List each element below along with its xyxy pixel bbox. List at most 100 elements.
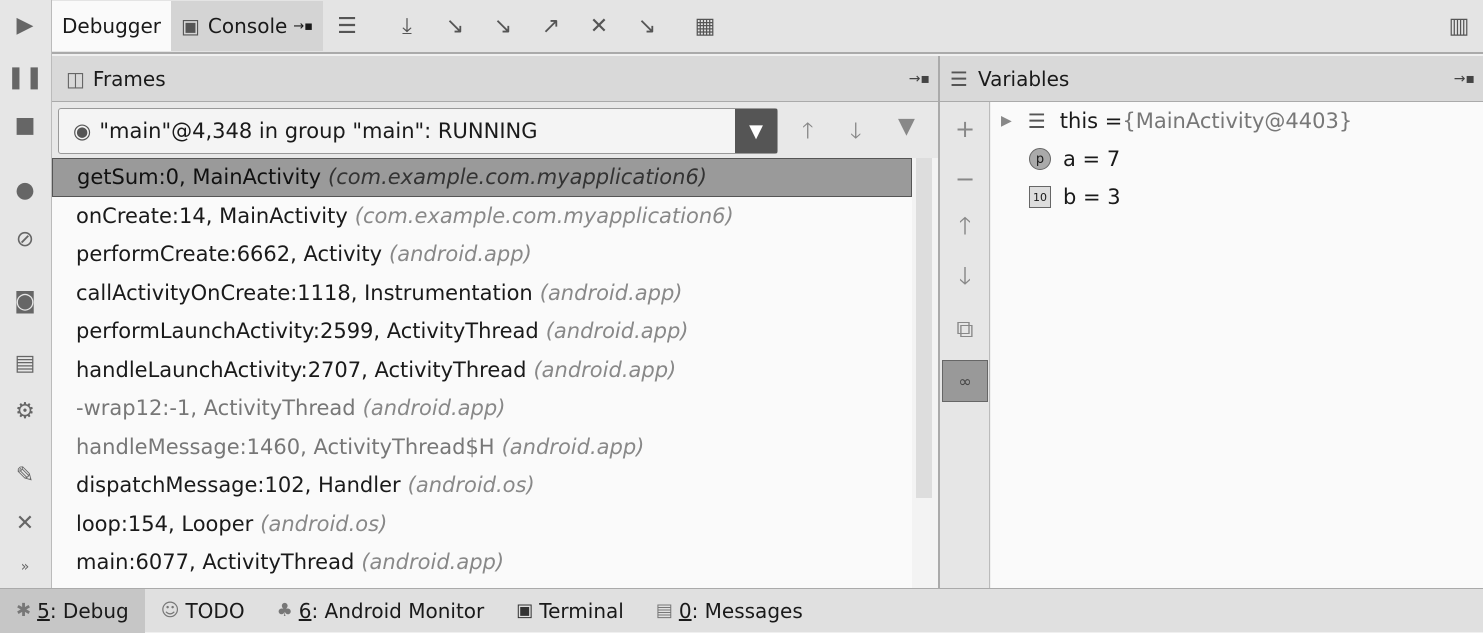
filter-icon[interactable]: ▼ <box>898 114 915 139</box>
debugger-toolbar: Debugger ▣ Console →▪ ☰ ⤓ ↘ ↘ ↗ ✕ ↘ ▦ ▥ <box>52 0 1483 54</box>
frame-row[interactable]: callActivityOnCreate:1118, Instrumentati… <box>52 274 912 313</box>
add-watch-icon[interactable]: + <box>950 114 980 144</box>
bottom-tool-bar: ✱ 5: Debug ☺ TODO ♣ 6: Android Monitor ▣ Ter… <box>0 588 1483 633</box>
frame-package: (android.app) <box>501 434 645 459</box>
chevron-down-icon[interactable]: ▼ <box>735 109 777 153</box>
show-watches-icon[interactable]: ∞ <box>942 360 988 402</box>
messages-icon: ▤ <box>655 600 673 621</box>
run-to-cursor-icon[interactable]: ↘ <box>623 1 671 51</box>
variable-a[interactable]: pa = 7 <box>991 140 1483 178</box>
android-icon: ♣ <box>276 600 293 621</box>
tab-console[interactable]: ▣ Console →▪ <box>171 1 324 51</box>
remove-watch-icon[interactable]: − <box>950 164 980 194</box>
frame-row[interactable]: handleMessage:1460, ActivityThread$H (and… <box>52 428 912 467</box>
object-icon: ☰ <box>1027 109 1046 133</box>
frame-method: onCreate:14, MainActivity <box>76 203 348 228</box>
drop-frame-icon[interactable]: ✕ <box>575 1 623 51</box>
layout-icon[interactable]: ▤ <box>10 348 40 378</box>
settings-icon[interactable]: ⚙ <box>10 396 40 426</box>
frame-method: handleMessage:1460, ActivityThread$H <box>76 434 495 459</box>
arrow-down-icon[interactable]: 🡓 <box>950 262 980 294</box>
frame-method: handleLaunchActivity:2707, ActivityThrea… <box>76 357 527 382</box>
frame-method: -wrap12:-1, ActivityThread <box>76 396 356 421</box>
frames-header: ◫ Frames →▪ <box>52 56 938 102</box>
variables-tree: ▶ ☰ this = {MainActivity@4403} pa = 7 10 b … <box>991 102 1483 588</box>
thread-select[interactable]: ◉ "main"@4,348 in group "main": RUNNING … <box>58 108 778 154</box>
frame-package: (android.app) <box>533 357 677 382</box>
resume-icon[interactable]: ▶ <box>10 10 40 40</box>
frame-row[interactable]: -wrap12:-1, ActivityThread (android.app) <box>52 389 912 428</box>
todo-icon: ☺ <box>160 600 180 621</box>
frame-row[interactable]: loop:154, Looper (android.os) <box>52 505 912 544</box>
frames-scrollbar[interactable] <box>912 158 938 588</box>
frame-method: loop:154, Looper <box>76 511 254 536</box>
show-execution-point-icon[interactable]: ☰ <box>323 1 371 51</box>
variables-icon: ☰ <box>950 66 968 91</box>
variable-b[interactable]: 10 b = 3 <box>991 178 1483 216</box>
frame-package: (android.app) <box>389 242 532 267</box>
pin-icon: →▪ <box>293 18 314 34</box>
more-icon[interactable]: » <box>10 552 40 582</box>
frame-row[interactable]: main:6077, ActivityThread (android.app) <box>52 543 912 582</box>
restore-layout-icon[interactable]: ▥ <box>1435 1 1483 51</box>
pin-icon[interactable]: ✎ <box>10 460 40 490</box>
console-icon: ▣ <box>181 14 200 38</box>
frame-method: getSum:0, MainActivity <box>77 165 322 190</box>
frames-title: Frames <box>92 66 166 91</box>
frame-method: performLaunchActivity:2599, ActivityThre… <box>76 319 539 344</box>
arrow-up-icon[interactable]: 🡑 <box>950 212 980 244</box>
tab-debug[interactable]: ✱ 5: Debug <box>0 588 145 633</box>
bug-icon: ✱ <box>16 600 32 621</box>
variables-header: ☰ Variables →▪ <box>940 56 1483 102</box>
frame-row[interactable]: performCreate:6662, Activity (android.app… <box>52 235 912 274</box>
primitive-icon: 10 <box>1029 186 1051 208</box>
close-icon[interactable]: ✕ <box>10 508 40 538</box>
hide-icon[interactable]: →▪ <box>909 71 930 87</box>
frame-row[interactable]: onCreate:14, MainActivity (com.example.co… <box>52 197 912 236</box>
view-breakpoints-icon[interactable]: ● <box>10 175 40 205</box>
frame-package: (android.app) <box>362 396 506 421</box>
frame-row[interactable]: handleLaunchActivity:2707, ActivityThrea… <box>52 351 912 390</box>
frame-method: performCreate:6662, Activity <box>76 242 383 267</box>
tab-messages[interactable]: ▤ 0: Messages <box>640 589 819 633</box>
frame-row[interactable]: performLaunchActivity:2599, ActivityThre… <box>52 312 912 351</box>
frame-package: (android.os) <box>407 473 535 498</box>
frame-package: (android.os) <box>260 511 388 536</box>
hide-icon[interactable]: →▪ <box>1454 71 1475 87</box>
frame-row[interactable]: dispatchMessage:102, Handler (android.os) <box>52 466 912 505</box>
variable-this[interactable]: ▶ ☰ this = {MainActivity@4403} <box>991 102 1483 140</box>
frames-icon: ◫ <box>66 66 85 91</box>
step-into-icon[interactable]: ↘ <box>431 1 479 51</box>
frame-method: dispatchMessage:102, Handler <box>76 473 401 498</box>
mute-breakpoints-icon[interactable]: ⊘ <box>10 224 40 254</box>
frame-package: (com.example.com.myapplication6) <box>354 203 734 228</box>
arrow-down-icon[interactable]: 🡓 <box>850 114 861 152</box>
frame-package: (com.example.com.myapplication6) <box>328 165 708 190</box>
step-out-icon[interactable]: ↗ <box>527 1 575 51</box>
arrow-up-icon[interactable]: 🡑 <box>802 114 813 152</box>
expand-icon[interactable]: ▶ <box>1001 113 1012 129</box>
tab-debugger[interactable]: Debugger <box>52 1 171 51</box>
step-over-icon[interactable]: ⤓ <box>383 1 431 51</box>
scrollbar-thumb[interactable] <box>916 158 932 498</box>
tab-android-monitor[interactable]: ♣ 6: Android Monitor <box>261 589 501 633</box>
stop-icon[interactable]: ■ <box>10 110 40 140</box>
pause-icon[interactable]: ❚❚ <box>7 62 44 92</box>
tab-todo[interactable]: ☺ TODO <box>145 589 261 633</box>
tab-terminal[interactable]: ▣ Terminal <box>500 589 640 633</box>
thread-bar: ◉ "main"@4,348 in group "main": RUNNING … <box>52 102 938 158</box>
frame-package: (android.app) <box>545 319 689 344</box>
parameter-icon: p <box>1029 148 1051 170</box>
camera-icon[interactable]: ◙ <box>10 286 40 316</box>
terminal-icon: ▣ <box>516 600 534 621</box>
force-step-into-icon[interactable]: ↘ <box>479 1 527 51</box>
thread-icon: ◉ <box>73 119 92 143</box>
frame-row[interactable]: getSum:0, MainActivity (com.example.com.m… <box>52 158 912 197</box>
debug-side-toolbar: ▶ ❚❚ ■ ● ⊘ ◙ ▤ ⚙ ✎ ✕ » <box>0 0 52 590</box>
copy-icon[interactable]: ⧉ <box>950 314 980 344</box>
frames-list: getSum:0, MainActivity (com.example.com.m… <box>52 158 912 588</box>
frame-method: main:6077, ActivityThread <box>76 550 355 575</box>
frame-package: (android.app) <box>539 280 683 305</box>
evaluate-expression-icon[interactable]: ▦ <box>681 1 729 51</box>
frame-method: callActivityOnCreate:1118, Instrumentati… <box>76 280 533 305</box>
